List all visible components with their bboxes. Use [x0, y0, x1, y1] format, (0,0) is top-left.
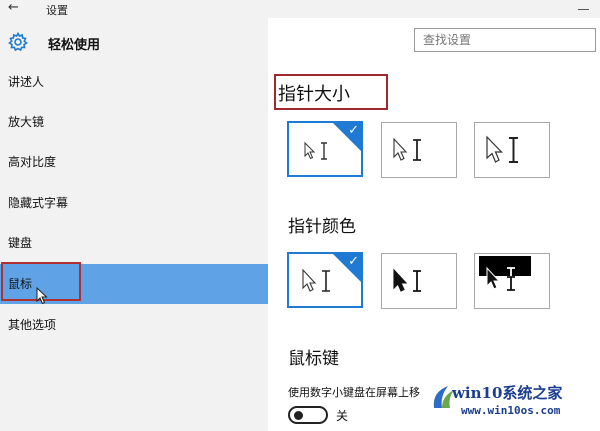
watermark-url: www.win10os.com — [461, 404, 561, 417]
pointer-small-icon — [304, 141, 327, 160]
mouse-keys-description: 使用数字小键盘在屏幕上移 — [288, 386, 420, 399]
sidebar-item-high-contrast[interactable]: 高对比度 — [0, 142, 268, 182]
section-title: 轻松使用 — [48, 38, 101, 53]
pointer-size-medium-option[interactable] — [381, 122, 457, 178]
check-icon: ✓ — [348, 254, 359, 269]
pointer-size-title: 指针大小 — [278, 84, 350, 105]
pointer-white-icon — [302, 268, 330, 292]
toggle-knob — [294, 411, 303, 420]
pointer-color-black-option[interactable] — [381, 253, 457, 309]
pointer-medium-icon — [393, 137, 421, 161]
search-input[interactable] — [414, 28, 596, 52]
pointer-black-icon — [393, 268, 421, 292]
pointer-color-title: 指针颜色 — [288, 217, 356, 237]
mouse-cursor-icon — [36, 287, 48, 305]
watermark-title: win10系统之家 — [452, 384, 563, 402]
pointer-color-white-option[interactable]: ✓ — [287, 252, 363, 308]
title-bar: ← 设置 — [0, 0, 600, 18]
check-icon: ✓ — [348, 123, 359, 138]
pointer-color-inverted-option[interactable] — [474, 253, 550, 309]
pointer-size-large-option[interactable] — [474, 122, 550, 178]
sidebar-item-keyboard[interactable]: 键盘 — [0, 223, 268, 263]
sidebar-item-other-options[interactable]: 其他选项 — [0, 305, 268, 345]
pointer-inverted-icon — [479, 256, 531, 291]
pointer-size-small-option[interactable]: ✓ — [287, 121, 363, 177]
back-arrow-icon[interactable]: ← — [8, 0, 28, 18]
sidebar-item-magnifier[interactable]: 放大镜 — [0, 102, 268, 142]
sidebar-item-narrator[interactable]: 讲述人 — [0, 62, 268, 102]
gear-icon — [8, 32, 28, 52]
mouse-keys-title: 鼠标键 — [288, 349, 339, 369]
section-header: 轻松使用 — [0, 18, 268, 66]
minimize-icon[interactable] — [578, 3, 590, 13]
window-title: 设置 — [46, 4, 68, 17]
pointer-large-icon — [486, 135, 518, 163]
sidebar-item-closed-captions[interactable]: 隐藏式字幕 — [0, 183, 268, 223]
mouse-keys-toggle-label: 关 — [336, 409, 349, 423]
mouse-keys-toggle[interactable] — [288, 406, 328, 424]
